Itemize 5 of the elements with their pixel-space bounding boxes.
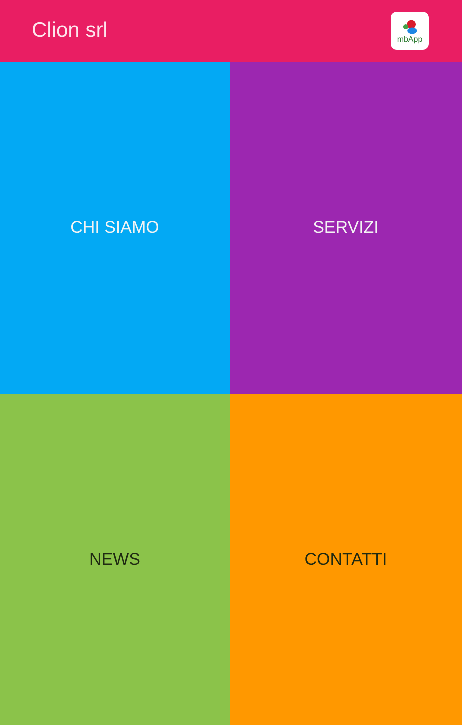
logo-text: mbApp bbox=[397, 34, 423, 44]
menu-tile[interactable]: NEWS bbox=[0, 394, 230, 725]
app-title: Clion srl bbox=[32, 19, 108, 43]
menu-tile[interactable]: SERVIZI bbox=[230, 62, 462, 394]
menu-tile[interactable]: CONTATTI bbox=[230, 394, 462, 725]
